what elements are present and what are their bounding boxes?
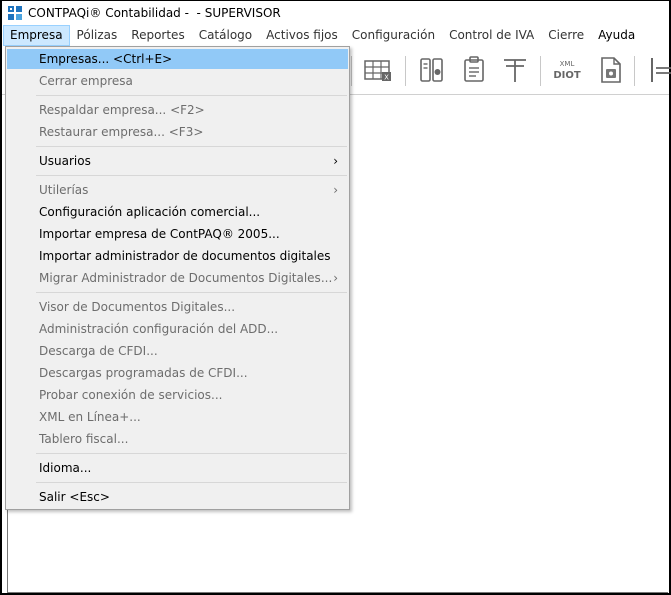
svg-text:X: X bbox=[384, 74, 389, 82]
menu-item-administracion-add[interactable]: Administración configuración del ADD... bbox=[7, 319, 348, 339]
empresa-dropdown-menu: Empresas... <Ctrl+E> Cerrar empresa Resp… bbox=[5, 46, 350, 510]
menu-item-label: Salir <Esc> bbox=[39, 490, 110, 504]
menu-item-restaurar-empresa[interactable]: Restaurar empresa... <F3> bbox=[7, 122, 348, 142]
menu-item-visor-documentos[interactable]: Visor de Documentos Digitales... bbox=[7, 297, 348, 317]
menu-item-label: Probar conexión de servicios... bbox=[39, 388, 223, 402]
diot-bottom-label: DIOT bbox=[553, 70, 581, 81]
chevron-right-icon: › bbox=[333, 271, 338, 285]
menu-item-descargas-programadas[interactable]: Descargas programadas de CFDI... bbox=[7, 363, 348, 383]
menu-item-label: Administración configuración del ADD... bbox=[39, 322, 279, 336]
menu-item-utilerias[interactable]: Utilerías › bbox=[7, 180, 348, 200]
menu-catalogo[interactable]: Catálogo bbox=[192, 25, 259, 46]
menu-reportes[interactable]: Reportes bbox=[124, 25, 191, 46]
menu-control-iva[interactable]: Control de IVA bbox=[442, 25, 541, 46]
menu-item-label: Importar administrador de documentos dig… bbox=[39, 249, 331, 263]
menu-item-migrar-administrador[interactable]: Migrar Administrador de Documentos Digit… bbox=[7, 268, 348, 288]
menu-item-usuarios[interactable]: Usuarios › bbox=[7, 151, 348, 171]
title-bar: CONTPAQi® Contabilidad - - SUPERVISOR bbox=[2, 1, 669, 25]
toolbar-separator bbox=[351, 56, 352, 86]
xml-diot-icon[interactable]: XML DIOT bbox=[551, 54, 583, 86]
menu-item-label: Importar empresa de ContPAQ® 2005... bbox=[39, 227, 280, 241]
menu-item-label: Migrar Administrador de Documentos Digit… bbox=[39, 271, 333, 285]
menu-item-label: Utilerías bbox=[39, 183, 89, 197]
window-title: CONTPAQi® Contabilidad - - SUPERVISOR bbox=[28, 6, 281, 20]
app-window: CONTPAQi® Contabilidad - - SUPERVISOR Em… bbox=[0, 0, 671, 595]
menu-item-importar-empresa-contpaq[interactable]: Importar empresa de ContPAQ® 2005... bbox=[7, 224, 348, 244]
menu-bar: Empresa Pólizas Reportes Catálogo Activo… bbox=[2, 25, 669, 46]
split-icon[interactable] bbox=[644, 54, 671, 86]
menu-item-respaldar-empresa[interactable]: Respaldar empresa... <F2> bbox=[7, 100, 348, 120]
menu-item-label: Restaurar empresa... <F3> bbox=[39, 125, 204, 139]
menu-item-label: Visor de Documentos Digitales... bbox=[39, 300, 236, 314]
menu-item-cerrar-empresa[interactable]: Cerrar empresa bbox=[7, 71, 348, 91]
menu-separator bbox=[36, 146, 347, 147]
menu-item-configuracion-aplicacion-comercial[interactable]: Configuración aplicación comercial... bbox=[7, 202, 348, 222]
menu-configuracion[interactable]: Configuración bbox=[345, 25, 442, 46]
menu-item-tablero-fiscal[interactable]: Tablero fiscal... bbox=[7, 429, 348, 449]
menu-ayuda[interactable]: Ayuda bbox=[591, 25, 642, 46]
menu-item-importar-administrador-documentos[interactable]: Importar administrador de documentos dig… bbox=[7, 246, 348, 266]
toolbar-separator bbox=[405, 56, 406, 86]
chevron-right-icon: › bbox=[333, 183, 338, 197]
menu-item-label: Tablero fiscal... bbox=[39, 432, 129, 446]
menu-item-label: Configuración aplicación comercial... bbox=[39, 205, 261, 219]
menu-cierre[interactable]: Cierre bbox=[541, 25, 591, 46]
toolbar-separator bbox=[540, 56, 541, 86]
menu-item-label: Idioma... bbox=[39, 461, 92, 475]
xml-document-icon[interactable] bbox=[594, 54, 626, 86]
menu-separator bbox=[36, 453, 347, 454]
menu-separator bbox=[36, 292, 347, 293]
menu-item-label: Descargas programadas de CFDI... bbox=[39, 366, 248, 380]
menu-item-label: Usuarios bbox=[39, 154, 91, 168]
menu-item-descarga-cfdi[interactable]: Descarga de CFDI... bbox=[7, 341, 348, 361]
menu-item-idioma[interactable]: Idioma... bbox=[7, 458, 348, 478]
menu-separator bbox=[36, 482, 347, 483]
chevron-right-icon: › bbox=[333, 154, 338, 168]
menu-polizas[interactable]: Pólizas bbox=[70, 25, 125, 46]
clipboard-icon[interactable] bbox=[458, 54, 490, 86]
menu-item-label: Cerrar empresa bbox=[39, 74, 133, 88]
menu-item-label: XML en Línea+... bbox=[39, 410, 141, 424]
toolbar-separator bbox=[634, 56, 635, 86]
spreadsheet-icon[interactable]: X bbox=[362, 54, 394, 86]
tax-t-icon[interactable] bbox=[499, 54, 531, 86]
menu-item-empresas[interactable]: Empresas... <Ctrl+E> bbox=[7, 49, 348, 69]
menu-separator bbox=[36, 95, 347, 96]
menu-item-label: Descarga de CFDI... bbox=[39, 344, 158, 358]
document-compare-icon[interactable] bbox=[416, 54, 448, 86]
menu-item-xml-en-linea[interactable]: XML en Línea+... bbox=[7, 407, 348, 427]
menu-empresa[interactable]: Empresa bbox=[3, 25, 70, 46]
menu-item-probar-conexion[interactable]: Probar conexión de servicios... bbox=[7, 385, 348, 405]
menu-item-label: Respaldar empresa... <F2> bbox=[39, 103, 205, 117]
menu-item-salir[interactable]: Salir <Esc> bbox=[7, 487, 348, 507]
menu-activos-fijos[interactable]: Activos fijos bbox=[259, 25, 345, 46]
menu-item-label: Empresas... <Ctrl+E> bbox=[39, 52, 173, 66]
diot-top-label: XML bbox=[560, 60, 575, 68]
contpaqi-app-icon bbox=[8, 6, 22, 20]
menu-separator bbox=[36, 175, 347, 176]
